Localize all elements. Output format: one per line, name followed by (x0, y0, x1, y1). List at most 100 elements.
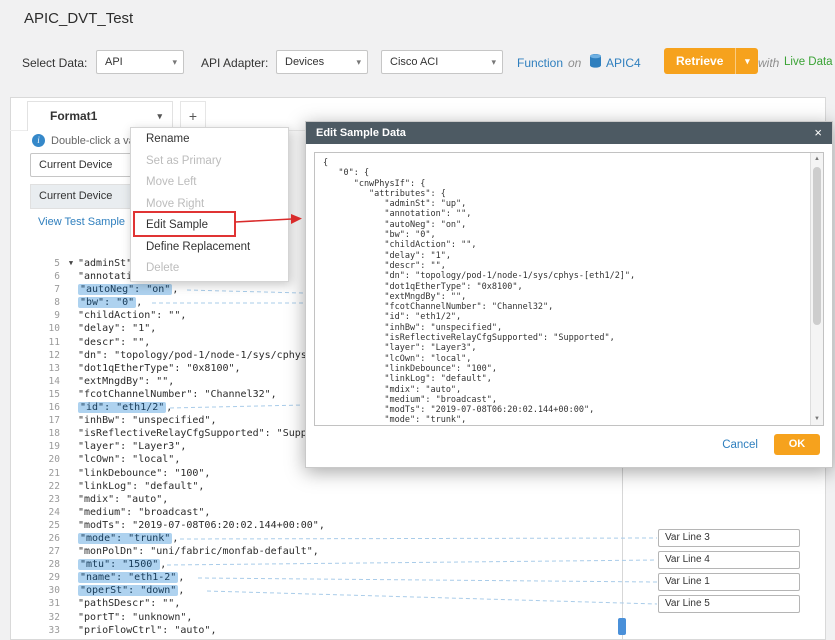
menu-item-rename[interactable]: Rename (131, 129, 288, 151)
code-text: "portT": "unknown", (78, 611, 192, 624)
code-text: "linkDebounce": "100", (78, 467, 210, 480)
info-icon: i (32, 134, 45, 147)
retrieve-dropdown-caret[interactable]: ▾ (735, 48, 758, 74)
var-line-input[interactable]: Var Line 5 (658, 595, 800, 613)
modal-header[interactable]: Edit Sample Data × (306, 122, 832, 144)
fold-spacer (64, 480, 78, 493)
code-text: "extMngdBy": "", (78, 375, 174, 388)
device-dropdown[interactable]: Current Device ▾ (30, 153, 142, 177)
fold-spacer (64, 362, 78, 375)
fold-spacer (64, 545, 78, 558)
highlighted-variable[interactable]: "mode": "trunk" (78, 533, 172, 544)
line-number: 30 (30, 584, 64, 597)
sample-json-content: { "0": { "cnwPhysIf": { "attributes": { … (315, 153, 823, 426)
sidetab-view-test-sample[interactable]: View Test Sample (30, 210, 142, 235)
code-text: "operSt": "down", (78, 584, 184, 597)
fold-spacer (64, 597, 78, 610)
editor-line: 30 "operSt": "down", (30, 584, 373, 597)
fold-spacer (64, 440, 78, 453)
line-number: 29 (30, 571, 64, 584)
close-icon[interactable]: × (814, 122, 822, 144)
menu-item-move-left: Move Left (131, 172, 288, 194)
line-number: 8 (30, 296, 64, 309)
line-number: 20 (30, 453, 64, 466)
highlighted-variable[interactable]: "bw": "0" (78, 297, 136, 308)
menu-item-edit-sample[interactable]: Edit Sample (131, 215, 288, 237)
fold-spacer (64, 519, 78, 532)
modal-scrollbar-thumb[interactable] (813, 167, 821, 325)
highlighted-variable[interactable]: "id": "eth1/2" (78, 402, 166, 413)
scroll-up-icon[interactable]: ▲ (811, 153, 823, 165)
fold-toggle-icon[interactable]: ▼ (64, 257, 78, 270)
code-text: "layer": "Layer3", (78, 440, 186, 453)
function-link[interactable]: Function (517, 56, 563, 70)
on-text: on (568, 56, 581, 70)
var-line-input[interactable]: Var Line 4 (658, 551, 800, 569)
api-adapter-dropdown[interactable]: Devices ▾ (276, 50, 368, 74)
code-text: "mdix": "auto", (78, 493, 168, 506)
select-data-value: API (105, 56, 123, 68)
var-line-input[interactable]: Var Line 1 (658, 573, 800, 591)
menu-item-set-as-primary: Set as Primary (131, 151, 288, 173)
highlighted-variable[interactable]: "mtu": "1500" (78, 559, 160, 570)
cancel-button[interactable]: Cancel (722, 439, 758, 451)
select-data-label: Select Data: (22, 56, 87, 70)
code-text: "delay": "1", (78, 322, 156, 335)
var-line-input[interactable]: Var Line 3 (658, 529, 800, 547)
format-context-menu: RenameSet as PrimaryMove LeftMove RightE… (130, 127, 289, 282)
editor-line: 26"mode": "trunk", (30, 532, 373, 545)
modal-footer: Cancel OK (306, 426, 832, 467)
editor-scrollbar-track (622, 458, 623, 640)
editor-line: 29 "name": "eth1-2", (30, 571, 373, 584)
editor-line: 22"linkLog": "default", (30, 480, 373, 493)
code-text: "descr": "", (78, 336, 150, 349)
fold-spacer (64, 584, 78, 597)
line-number: 11 (30, 336, 64, 349)
line-number: 10 (30, 322, 64, 335)
retrieve-label: Retrieve (664, 48, 735, 74)
api-adapter-label: API Adapter: (201, 56, 268, 70)
fold-spacer (64, 467, 78, 480)
editor-line: 27"monPolDn": "uni/fabric/monfab-default… (30, 545, 373, 558)
code-text: "pathSDescr": "", (78, 597, 180, 610)
highlighted-variable[interactable]: "name": "eth1-2" (78, 572, 178, 583)
line-number: 19 (30, 440, 64, 453)
scroll-down-icon[interactable]: ▼ (811, 413, 823, 425)
menu-item-delete: Delete (131, 258, 288, 280)
select-data-dropdown[interactable]: API ▾ (96, 50, 184, 74)
fold-spacer (64, 388, 78, 401)
editor-line: 23 "mdix": "auto", (30, 493, 373, 506)
editor-scrollbar-thumb[interactable] (618, 618, 626, 635)
code-text: "autoNeg": "on", (78, 283, 178, 296)
line-number: 9 (30, 309, 64, 322)
live-data-link[interactable]: Live Data (784, 56, 833, 68)
code-text: "mode": "trunk", (78, 532, 178, 545)
instance-link[interactable]: APIC4 (606, 56, 641, 70)
sidetab-current-device[interactable]: Current Device (30, 184, 142, 209)
sample-json-textarea[interactable]: { "0": { "cnwPhysIf": { "attributes": { … (314, 152, 824, 426)
app-window: APIC_DVT_Test Select Data: API ▾ API Ada… (0, 0, 835, 640)
line-number: 31 (30, 597, 64, 610)
highlighted-variable[interactable]: "autoNeg": "on" (78, 284, 172, 295)
line-number: 32 (30, 611, 64, 624)
retrieve-button[interactable]: Retrieve ▾ (664, 48, 758, 74)
code-text: "name": "eth1-2", (78, 571, 184, 584)
ok-button[interactable]: OK (774, 434, 820, 455)
code-text: "mtu": "1500", (78, 558, 166, 571)
editor-line: 28"mtu": "1500", (30, 558, 373, 571)
code-text: "id": "eth1/2", (78, 401, 172, 414)
line-number: 33 (30, 624, 64, 637)
line-number: 23 (30, 493, 64, 506)
chevron-down-icon: ▾ (172, 51, 177, 73)
database-icon (590, 54, 601, 73)
modal-scrollbar[interactable]: ▲ ▼ (810, 153, 823, 425)
line-number: 22 (30, 480, 64, 493)
fold-spacer (64, 270, 78, 283)
adapter-type-dropdown[interactable]: Cisco ACI ▾ (381, 50, 503, 74)
fold-spacer (64, 401, 78, 414)
highlighted-variable[interactable]: "operSt": "down" (78, 585, 178, 596)
fold-spacer (64, 571, 78, 584)
fold-spacer (64, 296, 78, 309)
fold-spacer (64, 624, 78, 637)
menu-item-define-replacement[interactable]: Define Replacement (131, 237, 288, 259)
